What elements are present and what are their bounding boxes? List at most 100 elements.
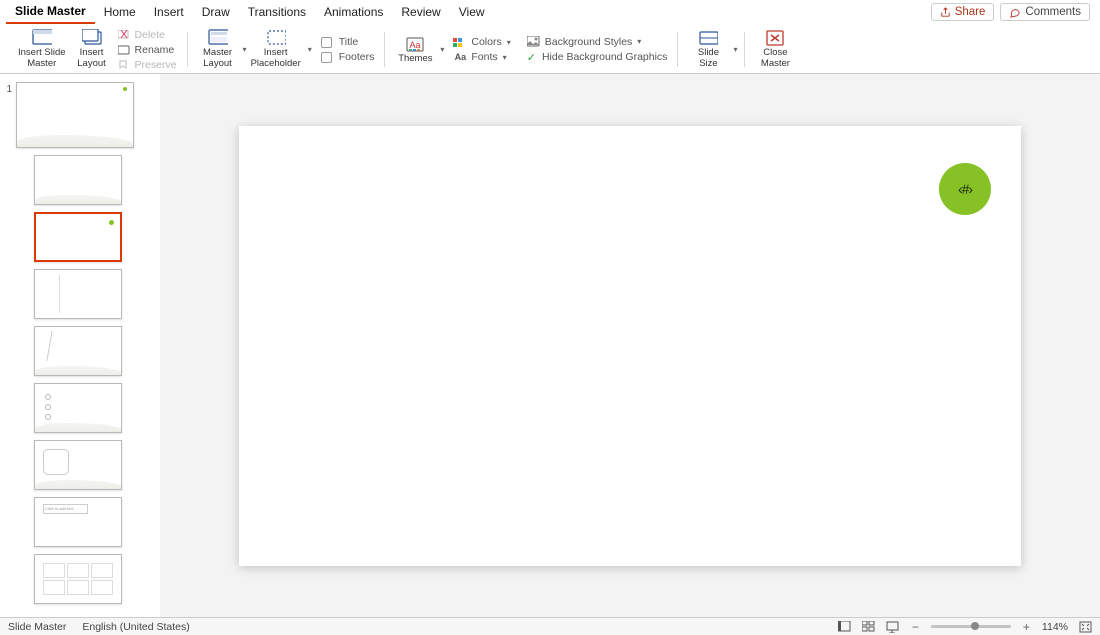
close-master-button[interactable]: Close Master [753,27,797,72]
slide-thumbnails-pane[interactable]: 1 Click to add text [0,74,160,617]
insert-placeholder-label: Insert Placeholder [251,48,301,70]
themes-icon: Aa [405,35,425,53]
colors-dropdown-icon: ▾ [507,38,511,47]
fonts-icon: Aa [453,51,467,63]
tab-insert[interactable]: Insert [145,1,193,23]
insert-slide-master-button[interactable]: Insert Slide Master [14,27,70,72]
ribbon-group-close: Close Master [745,26,805,73]
slide-master-icon [32,29,52,47]
hide-bg-label: Hide Background Graphics [542,51,667,63]
insert-layout-label: Insert Layout [77,48,106,70]
preserve-icon [117,59,131,71]
ribbon: Insert Slide Master Insert Layout Delete… [0,24,1100,74]
master-layout-label: Master Layout [203,48,232,70]
master-index: 1 [4,82,12,95]
tab-transitions[interactable]: Transitions [239,1,315,23]
tab-home[interactable]: Home [95,1,145,23]
checkbox-icon [321,52,332,63]
hide-bg-checkbox[interactable]: ✓ Hide Background Graphics [524,50,671,65]
ribbon-group-themes: Aa Themes ▾ Colors▾ AaFonts▾ Background … [385,26,678,73]
ribbon-group-size: Slide Size ▾ [678,26,745,73]
tab-view[interactable]: View [450,1,494,23]
tab-slide-master[interactable]: Slide Master [6,0,95,24]
comments-label: Comments [1025,6,1081,18]
delete-button[interactable]: Delete [114,28,180,42]
comment-icon [1009,7,1021,18]
delete-label: Delete [135,29,165,41]
placeholder-dropdown-icon[interactable]: ▾ [308,45,312,54]
background-styles-button[interactable]: Background Styles ▾ [524,35,671,49]
fonts-button[interactable]: Aa Fonts ▾ [450,50,513,64]
insert-slide-master-label: Insert Slide Master [18,48,66,70]
layout-thumbnail-6[interactable] [34,440,122,490]
tab-review[interactable]: Review [392,1,449,23]
tab-draw[interactable]: Draw [193,1,239,23]
delete-icon [117,29,131,41]
sorter-view-button[interactable] [862,621,876,633]
share-button[interactable]: Share [931,3,995,21]
title-label: Title [339,36,358,48]
fit-window-button[interactable] [1078,621,1092,633]
background-styles-label: Background Styles [545,36,633,48]
insert-layout-button[interactable]: Insert Layout [70,27,114,72]
check-icon: ✓ [527,51,536,64]
themes-dropdown-icon[interactable]: ▾ [440,45,444,54]
zoom-in-button[interactable]: + [1021,620,1032,634]
layout-thumbnail-3[interactable] [34,269,122,319]
close-master-label: Close Master [761,48,790,70]
rename-icon [117,44,131,56]
bg-dropdown-icon: ▾ [637,37,641,46]
title-checkbox[interactable]: Title [318,35,378,49]
status-bar: Slide Master English (United States) − +… [0,617,1100,635]
slide-canvas[interactable]: ‹#› [239,126,1021,566]
layout-icon [82,29,102,47]
preserve-label: Preserve [135,59,177,71]
layout-thumbnail-2[interactable] [34,212,122,262]
slide-size-dropdown-icon[interactable]: ▾ [733,45,737,54]
slide-canvas-area[interactable]: ‹#› [160,74,1100,617]
ribbon-group-master-layout: Master Layout ▾ Insert Placeholder ▾ Tit… [188,26,386,73]
rename-label: Rename [135,44,175,56]
slide-size-button[interactable]: Slide Size [686,27,730,72]
rename-button[interactable]: Rename [114,43,180,57]
layout-thumbnail-8[interactable] [34,554,122,604]
colors-button[interactable]: Colors ▾ [450,35,513,49]
tab-animations[interactable]: Animations [315,1,392,23]
master-layout-icon [208,29,228,47]
placeholder-icon [266,29,286,47]
svg-text:Aa: Aa [410,40,421,50]
zoom-value[interactable]: 114% [1042,621,1068,633]
themes-button[interactable]: Aa Themes [393,33,437,67]
footers-label: Footers [339,51,375,63]
layout-thumbnail-1[interactable] [34,155,122,205]
layout-thumbnail-7[interactable]: Click to add text [34,497,122,547]
master-thumbnail[interactable] [16,82,134,148]
zoom-slider[interactable] [931,625,1011,628]
fonts-label: Fonts [471,51,497,63]
insert-placeholder-button[interactable]: Insert Placeholder [247,27,305,72]
fonts-dropdown-icon: ▾ [503,53,507,62]
slide-size-label: Slide Size [698,48,719,70]
master-layout-button[interactable]: Master Layout [196,27,240,72]
comments-button[interactable]: Comments [1000,3,1090,21]
checkbox-icon [321,37,332,48]
zoom-out-button[interactable]: − [910,620,921,634]
slideshow-view-button[interactable] [886,621,900,633]
slide-number-placeholder[interactable]: ‹#› [939,163,991,215]
app-tab-bar: Slide Master Home Insert Draw Transition… [0,0,1100,24]
layout-thumbnail-4[interactable] [34,326,122,376]
colors-icon [453,36,467,48]
close-icon [765,29,785,47]
ribbon-group-edit-master: Insert Slide Master Insert Layout Delete… [6,26,188,73]
share-label: Share [955,6,986,18]
preserve-button[interactable]: Preserve [114,58,180,72]
layout-thumbnail-5[interactable] [34,383,122,433]
footers-checkbox[interactable]: Footers [318,50,378,64]
themes-label: Themes [398,54,432,65]
status-mode: Slide Master [8,621,66,633]
share-icon [940,7,951,18]
status-language[interactable]: English (United States) [82,621,189,633]
colors-label: Colors [471,36,501,48]
normal-view-button[interactable] [838,621,852,633]
slide-number-field: ‹#› [958,181,972,197]
